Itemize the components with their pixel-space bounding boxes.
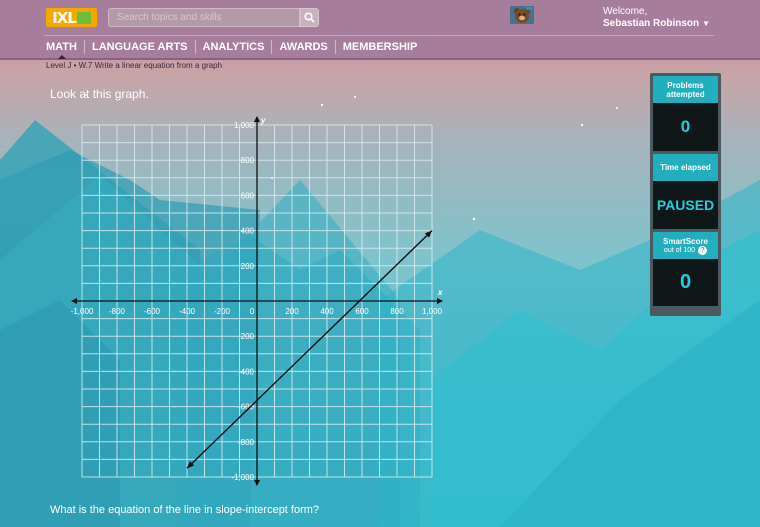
question-prompt: Look at this graph. [50,87,149,101]
y-axis-arrow-up [254,116,260,122]
x-axis-label: x [437,288,443,297]
breadcrumb[interactable]: Level J • W.7 Write a linear equation fr… [46,61,222,70]
problems-attempted-value: 0 [653,103,718,151]
search-input[interactable] [108,8,300,27]
welcome-message[interactable]: Welcome, Sebastian Robinson ▼ [603,6,710,30]
y-axis-arrow-down [254,480,260,486]
x-axis-arrow-left [71,298,77,304]
y-tick-label: 600 [241,191,255,200]
question-text: What is the equation of the line in slop… [50,504,320,516]
nav-item-language-arts[interactable]: LANGUAGE ARTS [83,40,195,54]
smartscore-label: SmartScore [663,236,708,246]
y-tick-label: 200 [241,262,255,271]
time-elapsed-label: Time elapsed [653,154,718,181]
y-tick-label: -200 [238,332,255,341]
x-tick-label: 600 [355,307,369,316]
x-tick-label: -800 [109,307,126,316]
stats-panel: Problems attempted 0 Time elapsed PAUSED… [650,73,721,316]
help-icon[interactable]: ? [698,245,708,255]
avatar[interactable] [510,6,534,24]
problems-attempted-label: Problems attempted [653,76,718,103]
nav-item-math[interactable]: MATH [46,40,84,54]
user-name: Sebastian Robinson [603,18,700,29]
chevron-down-icon: ▼ [702,19,711,28]
y-tick-label: 400 [241,227,255,236]
y-tick-label: -1,000 [231,473,254,482]
y-axis-label: y [260,116,266,125]
x-tick-label: 200 [285,307,299,316]
ixl-logo[interactable]: IXL [46,8,97,27]
active-nav-marker [58,55,66,59]
smartscore-label-box: SmartScore out of 100? [653,232,718,259]
nav-item-analytics[interactable]: ANALYTICS [194,40,272,54]
welcome-label: Welcome, [603,6,648,17]
nav-item-awards[interactable]: AWARDS [271,40,334,54]
x-axis-arrow-right [437,298,443,304]
x-tick-label: 400 [320,307,334,316]
search-icon [304,12,315,23]
search-button[interactable] [300,8,319,27]
x-tick-label: 1,000 [422,307,443,316]
x-tick-label: -600 [144,307,161,316]
smartscore-block: SmartScore out of 100? 0 [653,232,718,306]
x-tick-label: -400 [179,307,196,316]
x-tick-label: -200 [214,307,231,316]
axes: xy [71,116,443,486]
y-tick-label: -400 [238,367,255,376]
x-tick-label: 800 [390,307,404,316]
smartscore-value: 0 [653,259,718,306]
header-divider [44,35,714,36]
x-tick-label: -1,000 [71,307,94,316]
top-header: IXL Welcome, Sebastian Robinson▼ MATH LA… [0,0,760,60]
time-elapsed-block: Time elapsed PAUSED [653,154,718,229]
y-tick-label: -800 [238,438,255,447]
y-tick-label: 1,000 [234,121,255,130]
smartscore-sub: out of 100 [663,246,696,254]
time-elapsed-value: PAUSED [653,181,718,229]
bear-avatar-icon [510,6,534,24]
main-nav: MATH LANGUAGE ARTS ANALYTICS AWARDS MEMB… [46,40,424,54]
x-tick-label: 0 [250,307,255,316]
header-bottom-border [0,58,760,60]
coordinate-graph: xy -1,000 -800 -600 -400 -200 0 200 400 600 800 1,… [71,116,443,486]
problems-attempted-block: Problems attempted 0 [653,76,718,151]
nav-item-membership[interactable]: MEMBERSHIP [334,40,425,54]
y-tick-label: 800 [241,156,255,165]
